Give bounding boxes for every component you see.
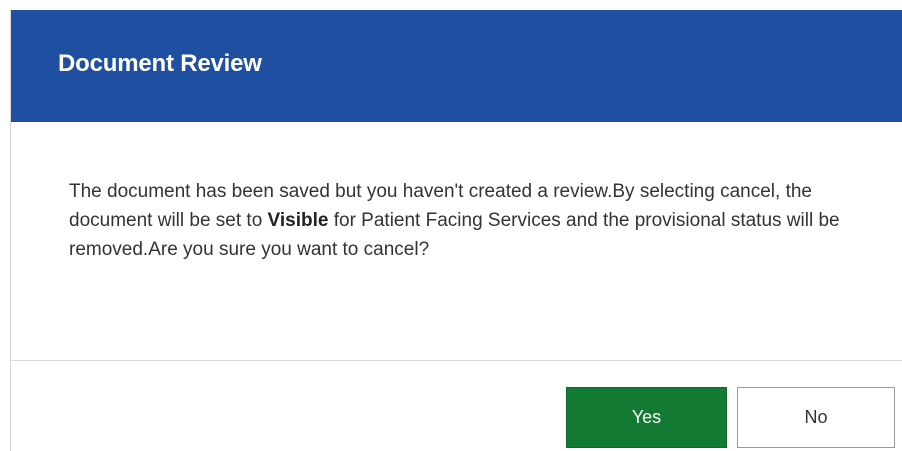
message-visible-emphasis: Visible: [267, 210, 329, 231]
dialog-header: Document Review: [11, 10, 902, 122]
page-left-margin: [0, 0, 10, 451]
dialog-body: The document has been saved but you have…: [11, 122, 902, 362]
page-top-margin: [0, 0, 902, 10]
dialog-title: Document Review: [58, 50, 262, 77]
dialog-footer: Yes No: [11, 361, 902, 451]
yes-button[interactable]: Yes: [566, 387, 727, 448]
dialog-message: The document has been saved but you have…: [69, 177, 869, 264]
no-button[interactable]: No: [737, 387, 895, 448]
document-review-dialog: Document Review The document has been sa…: [10, 10, 902, 451]
